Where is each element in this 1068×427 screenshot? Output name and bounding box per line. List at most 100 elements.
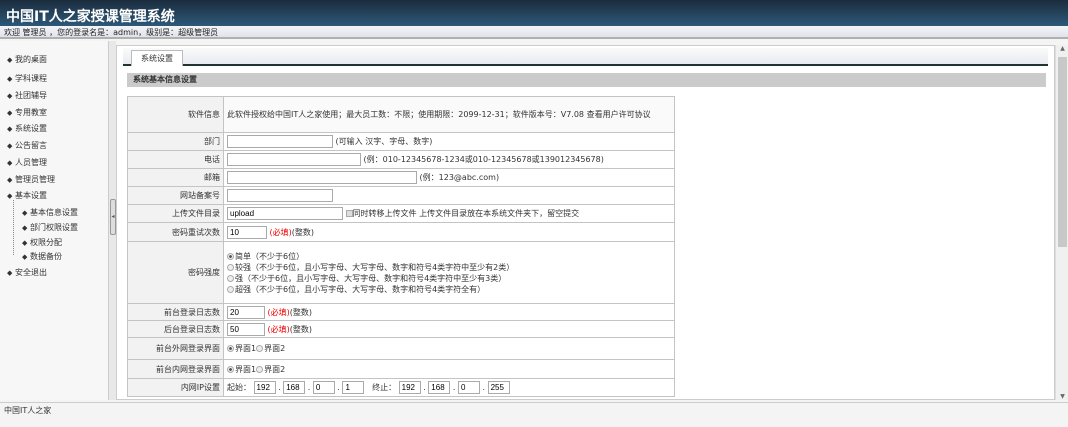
diamond-icon: ◆ [7,192,13,200]
welcome-bar: 欢迎 管理员 ，您的登录名是：admin，级别是：超级管理员 [0,26,1068,39]
radio[interactable] [227,252,234,260]
sidebar-item-notices[interactable]: ◆ 公告留言 [7,140,47,151]
sidebar-splitter[interactable]: ◂ [108,41,116,400]
diamond-icon: ◆ [7,159,13,167]
radio-ui2[interactable] [256,365,264,373]
label: 基本信息设置 [30,208,78,217]
sidebar-item-admins[interactable]: ◆ 管理员管理 [7,174,55,185]
ip-start-1[interactable] [253,381,276,394]
label: 超强（不少于6位，且小写字母、大写字母、数字和符号4类字符全有） [235,284,486,294]
field-label: 部门 [127,132,224,151]
field-label: 上传文件目录 [127,204,224,223]
ip-end-2[interactable] [428,381,451,394]
radio[interactable] [227,274,234,282]
tree-line [13,200,14,255]
hint: (整数) [289,324,313,334]
tab-bar: 系统设置 [123,48,1048,66]
ip-start-4[interactable] [342,381,365,394]
label: 界面1 [235,344,257,353]
field-label: 前台登录日志数 [127,303,224,321]
diamond-icon: ◆ [22,209,28,217]
ip-end-1[interactable] [398,381,421,394]
label: 权限分配 [30,238,62,247]
main-panel: 系统设置 系统基本信息设置 软件信息 此软件授权给中国IT人之家使用；最大员工数：… [116,45,1055,400]
label: 人员管理 [15,158,47,167]
icp-input[interactable] [227,189,333,202]
retry-input[interactable] [227,225,267,239]
sidebar: ◆ 我的桌面 ◆ 学科课程 ◆ 社团辅导 ◆ 专用教室 ◆ 系统设置 ◆ 公告留言 ◆ 人员管… [0,41,108,400]
ip-start-2[interactable] [283,381,306,394]
diamond-icon: ◆ [7,269,13,277]
label: 公告留言 [15,141,47,150]
checkbox-label: 同时转移上传文件 [352,209,417,218]
radio-ui1[interactable] [227,365,234,373]
phone-input[interactable] [227,153,361,166]
dot: . [482,383,486,392]
sidebar-item-desktop[interactable]: ◆ 我的桌面 [7,54,47,65]
hint: (例：010-12345678-1234或010-12345678或139012… [363,155,604,164]
footer: 中国IT人之家 [0,402,1068,427]
diamond-icon: ◆ [7,56,13,64]
sidebar-sub-perm-assign[interactable]: ◆ 权限分配 [22,237,62,248]
radio-ui2[interactable] [256,345,264,352]
vertical-scrollbar[interactable]: ▲ ▼ [1055,45,1068,400]
label: 专用教室 [15,108,47,117]
label: 界面2 [264,364,286,374]
sidebar-sub-basic-info[interactable]: ◆ 基本信息设置 [22,207,78,218]
dept-input[interactable] [227,135,333,148]
label: 起始： [227,383,251,392]
strength-option[interactable]: 较强（不少于6位，且小写字母、大写字母、数字和符号4类字符中至少有2类） [227,262,671,273]
label: 学科课程 [15,74,47,83]
back-log-input[interactable] [227,322,265,336]
radio[interactable] [227,285,234,293]
sidebar-sub-dept-perm[interactable]: ◆ 部门权限设置 [22,222,78,233]
field-label: 邮箱 [127,168,224,187]
label: 管理员管理 [15,175,55,184]
move-files-checkbox[interactable] [345,210,353,217]
front-log-input[interactable] [227,305,265,319]
ip-end-4[interactable] [487,381,510,394]
label: 终止： [372,383,397,392]
field-label: 前台内网登录界面 [127,359,224,379]
scroll-down-icon[interactable]: ▼ [1056,393,1068,400]
sidebar-item-clubs[interactable]: ◆ 社团辅导 [7,90,47,101]
field-label: 前台外网登录界面 [127,337,224,360]
ip-start-3[interactable] [312,381,335,394]
label: 简单（不少于6位） [235,251,305,261]
email-input[interactable] [227,171,417,184]
radio[interactable] [227,263,234,271]
license-link[interactable]: 查看用户许可协议 [587,110,651,119]
diamond-icon: ◆ [7,176,13,184]
label: 部门权限设置 [30,223,78,232]
strength-option[interactable]: 简单（不少于6位） [227,251,671,262]
sidebar-item-staff[interactable]: ◆ 人员管理 [7,157,47,168]
dot: . [278,383,281,392]
strength-option[interactable]: 超强（不少于6位，且小写字母、大写字母、数字和符号4类字符全有） [227,284,671,295]
dot: . [337,383,340,392]
diamond-icon: ◆ [7,75,13,83]
strength-option[interactable]: 强（不少于6位，且小写字母、大写字母、数字和符号4类字符中至少有3类） [227,273,671,284]
label: 数据备份 [30,252,62,261]
upload-dir-input[interactable] [227,207,343,220]
required-mark: (必填) [269,227,292,237]
scroll-up-icon[interactable]: ▲ [1056,45,1068,52]
settings-form: 软件信息 此软件授权给中国IT人之家使用；最大员工数：不限；使用期限：2099-1… [127,96,675,397]
app-title: 中国IT人之家授课管理系统 [6,9,175,25]
section-header: 系统基本信息设置 [127,73,1046,87]
field-label: 密码重试次数 [127,222,224,242]
sidebar-item-system[interactable]: ◆ 系统设置 [7,123,47,134]
sidebar-item-courses[interactable]: ◆ 学科课程 [7,73,47,84]
tab-system-settings[interactable]: 系统设置 [131,50,183,66]
diamond-icon: ◆ [7,142,13,150]
sidebar-sub-backup[interactable]: ◆ 数据备份 [22,251,62,262]
label: 安全退出 [15,268,47,277]
dot: . [452,383,456,392]
field-label: 电话 [127,150,224,169]
scrollbar-thumb[interactable] [1058,57,1067,247]
field-label: 后台登录日志数 [127,320,224,338]
sidebar-item-logout[interactable]: ◆ 安全退出 [7,267,47,278]
ip-end-3[interactable] [457,381,480,394]
radio-ui1[interactable] [227,345,234,352]
sidebar-item-classrooms[interactable]: ◆ 专用教室 [7,107,47,118]
diamond-icon: ◆ [22,239,28,247]
